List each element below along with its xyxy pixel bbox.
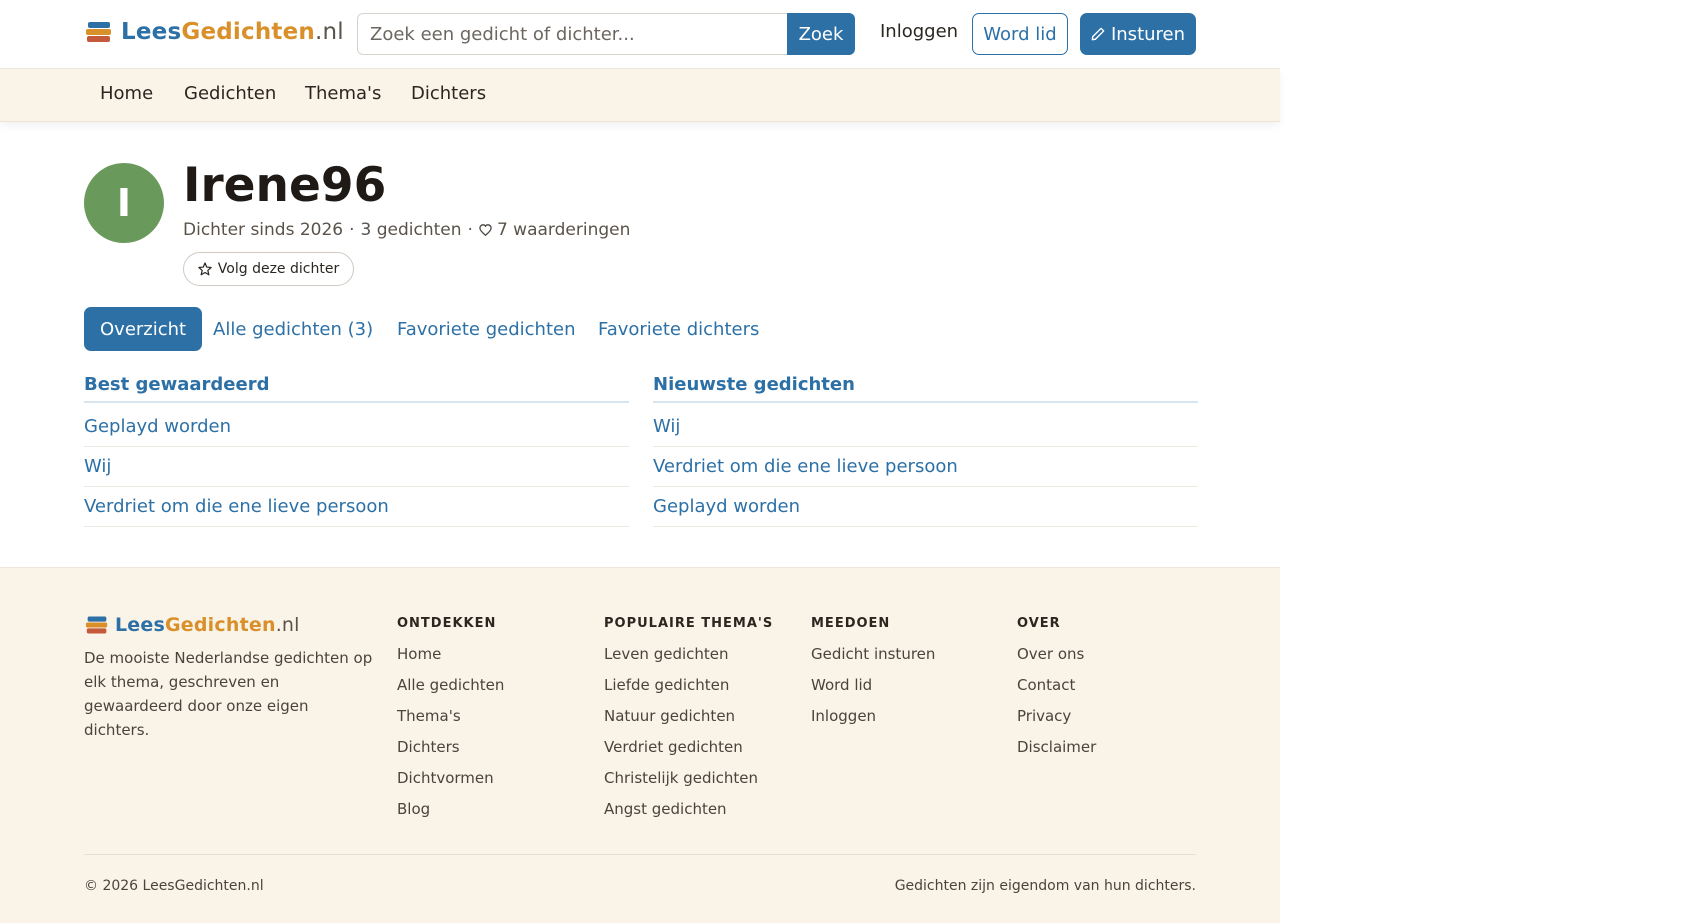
- footer-link[interactable]: Dichters: [397, 736, 504, 767]
- footer-link[interactable]: Angst gedichten: [604, 798, 773, 829]
- footer-link[interactable]: Over ons: [1017, 643, 1096, 674]
- tab-favorite-poets[interactable]: Favoriete dichters: [598, 307, 759, 351]
- footer-link[interactable]: Leven gedichten: [604, 643, 773, 674]
- poet-name: Irene96: [183, 158, 387, 213]
- newest-section: Nieuwste gedichten Wij Verdriet om die e…: [653, 374, 1198, 527]
- logo-text: LeesGedichten.nl: [121, 19, 344, 45]
- newest-item[interactable]: Geplayd worden: [653, 487, 1198, 527]
- follow-button[interactable]: Volg deze dichter: [183, 252, 354, 286]
- heart-icon: [479, 224, 492, 236]
- submit-poem-button[interactable]: Insturen: [1080, 13, 1196, 55]
- ownership-note: Gedichten zijn eigendom van hun dichters…: [894, 878, 1196, 894]
- footer-heading: ONTDEKKEN: [397, 616, 497, 631]
- login-link[interactable]: Inloggen: [880, 21, 958, 42]
- page: LeesGedichten.nl Zoek Inloggen Word lid …: [0, 0, 1280, 923]
- newest-item[interactable]: Wij: [653, 407, 1198, 447]
- footer-heading: OVER: [1017, 616, 1061, 631]
- footer-link[interactable]: Blog: [397, 798, 504, 829]
- footer-link[interactable]: Verdriet gedichten: [604, 736, 773, 767]
- footer-link[interactable]: Alle gedichten: [397, 674, 504, 705]
- tab-all-poems[interactable]: Alle gedichten (3): [213, 307, 373, 351]
- avatar: I: [84, 163, 164, 243]
- search-button[interactable]: Zoek: [787, 13, 855, 55]
- footer-link[interactable]: Privacy: [1017, 705, 1096, 736]
- footer-link[interactable]: Thema's: [397, 705, 504, 736]
- submit-label: Insturen: [1110, 23, 1186, 45]
- nav-themes[interactable]: Thema's: [305, 83, 381, 104]
- star-icon: [198, 262, 212, 276]
- nav-poets[interactable]: Dichters: [411, 83, 486, 104]
- footer-heading: MEEDOEN: [811, 616, 891, 631]
- footer-link[interactable]: Natuur gedichten: [604, 705, 773, 736]
- footer-link[interactable]: Home: [397, 643, 504, 674]
- footer-column-themes: POPULAIRE THEMA'S Leven gedichten Liefde…: [604, 616, 773, 829]
- poet-meta: Dichter sinds 2026 · 3 gedichten · 7 waa…: [183, 220, 631, 240]
- best-rated-title: Best gewaardeerd: [84, 374, 629, 403]
- footer: LeesGedichten.nl De mooiste Nederlandse …: [0, 567, 1280, 923]
- copyright: © 2026 LeesGedichten.nl: [84, 878, 264, 894]
- tab-overview[interactable]: Overzicht: [84, 307, 203, 351]
- search-input[interactable]: [357, 13, 787, 55]
- main-nav: Home Gedichten Thema's Dichters: [0, 68, 1280, 122]
- footer-logo-text: LeesGedichten.nl: [115, 614, 300, 636]
- best-rated-item[interactable]: Geplayd worden: [84, 407, 629, 447]
- footer-heading: POPULAIRE THEMA'S: [604, 616, 774, 631]
- footer-column-participate: MEEDOEN Gedicht insturen Word lid Inlogg…: [811, 616, 935, 736]
- footer-description: De mooiste Nederlandse gedichten op elk …: [84, 649, 373, 739]
- footer-link[interactable]: Contact: [1017, 674, 1096, 705]
- poem-count: 3 gedichten: [360, 220, 462, 240]
- tab-favorite-poems[interactable]: Favoriete gedichten: [397, 307, 576, 351]
- pencil-icon: [1091, 27, 1105, 41]
- footer-link[interactable]: Liefde gedichten: [604, 674, 773, 705]
- books-icon: [85, 615, 108, 635]
- search-form: Zoek: [357, 13, 855, 55]
- newest-title: Nieuwste gedichten: [653, 374, 1198, 403]
- newest-item[interactable]: Verdriet om die ene lieve persoon: [653, 447, 1198, 487]
- best-rated-item[interactable]: Wij: [84, 447, 629, 487]
- footer-logo[interactable]: LeesGedichten.nl: [84, 613, 300, 637]
- best-rated-section: Best gewaardeerd Geplayd worden Wij Verd…: [84, 374, 629, 527]
- footer-link[interactable]: Disclaimer: [1017, 736, 1096, 767]
- footer-column-about: OVER Over ons Contact Privacy Disclaimer: [1017, 616, 1096, 767]
- member-since: Dichter sinds 2026: [183, 220, 344, 240]
- follow-label: Volg deze dichter: [217, 261, 340, 277]
- nav-poems[interactable]: Gedichten: [184, 83, 276, 104]
- best-rated-item[interactable]: Verdriet om die ene lieve persoon: [84, 487, 629, 527]
- nav-home[interactable]: Home: [100, 83, 153, 104]
- footer-column-discover: ONTDEKKEN Home Alle gedichten Thema's Di…: [397, 616, 504, 829]
- top-header: LeesGedichten.nl Zoek Inloggen Word lid …: [0, 0, 1280, 68]
- footer-link[interactable]: Christelijk gedichten: [604, 767, 773, 798]
- footer-link[interactable]: Dichtvormen: [397, 767, 504, 798]
- footer-link[interactable]: Gedicht insturen: [811, 643, 935, 674]
- footer-link[interactable]: Word lid: [811, 674, 935, 705]
- ratings-count: 7 waarderingen: [496, 220, 631, 240]
- footer-divider: [84, 854, 1196, 855]
- join-button[interactable]: Word lid: [972, 13, 1068, 55]
- books-icon: [86, 20, 112, 44]
- footer-link[interactable]: Inloggen: [811, 705, 935, 736]
- site-logo[interactable]: LeesGedichten.nl: [86, 19, 344, 45]
